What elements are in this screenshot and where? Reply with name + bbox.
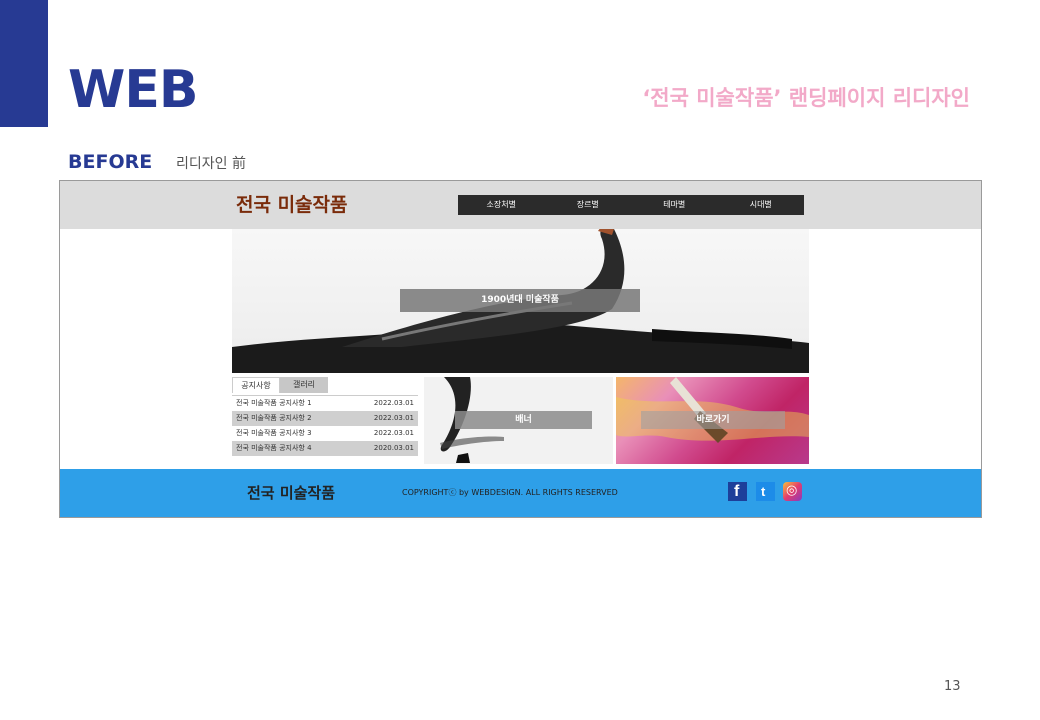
notice-title: 전국 미술작품 공지사항 4 — [236, 444, 312, 452]
list-item[interactable]: 전국 미술작품 공지사항 2 2022.03.01 — [232, 411, 418, 426]
list-item[interactable]: 전국 미술작품 공지사항 3 2022.03.01 — [232, 426, 418, 441]
nav-item-collection[interactable]: 소장처별 — [458, 195, 545, 215]
hero-image: 1900년대 미술작품 — [232, 229, 809, 373]
tab-gallery[interactable]: 갤러리 — [280, 377, 328, 393]
page-number: 13 — [944, 679, 961, 694]
mockup-footer: 전국 미술작품 COPYRIGHTⓒ by WEBDESIGN. ALL RIG… — [60, 469, 981, 517]
banner-button[interactable]: 배너 — [455, 411, 592, 429]
footer-logo: 전국 미술작품 — [247, 484, 336, 502]
notice-title: 전국 미술작품 공지사항 1 — [236, 399, 312, 407]
notice-date: 2022.03.01 — [373, 399, 414, 407]
twitter-icon[interactable]: t — [756, 482, 775, 501]
list-item[interactable]: 전국 미술작품 공지사항 1 2022.03.01 — [232, 396, 418, 411]
tab-notice[interactable]: 공지사항 — [232, 377, 280, 393]
notice-board: 공지사항 갤러리 전국 미술작품 공지사항 1 2022.03.01 전국 미술… — [232, 377, 422, 464]
footer-copyright: COPYRIGHTⓒ by WEBDESIGN. ALL RIGHTS RESE… — [402, 488, 618, 497]
shortcut-button[interactable]: 바로가기 — [641, 411, 785, 429]
notice-tabs: 공지사항 갤러리 — [232, 377, 328, 393]
nav-item-era[interactable]: 시대별 — [718, 195, 805, 215]
facebook-icon[interactable]: f — [728, 482, 747, 501]
nav-item-theme[interactable]: 테마별 — [631, 195, 718, 215]
instagram-icon[interactable]: ◎ — [783, 482, 802, 501]
before-subtitle: 리디자인 前 — [176, 156, 246, 172]
mockup-logo[interactable]: 전국 미술작품 — [236, 193, 348, 217]
notice-list: 전국 미술작품 공지사항 1 2022.03.01 전국 미술작품 공지사항 2… — [232, 395, 418, 456]
slide-title: WEB — [68, 60, 199, 120]
hero-button[interactable]: 1900년대 미술작품 — [400, 289, 640, 312]
notice-title: 전국 미술작품 공지사항 3 — [236, 429, 312, 437]
list-item[interactable]: 전국 미술작품 공지사항 4 2020.03.01 — [232, 441, 418, 456]
nav-item-genre[interactable]: 장르별 — [545, 195, 632, 215]
website-mockup: 전국 미술작품 소장처별 장르별 테마별 시대별 1900년대 미술작품 공지사… — [59, 180, 982, 518]
mockup-nav: 소장처별 장르별 테마별 시대별 — [458, 195, 804, 215]
accent-bar — [0, 0, 48, 127]
project-title: ‘전국 미술작품’ 랜딩페이지 리디자인 — [642, 86, 970, 110]
notice-date: 2022.03.01 — [373, 414, 414, 422]
notice-date: 2020.03.01 — [373, 444, 414, 452]
shortcut-panel: 바로가기 — [616, 377, 809, 464]
notice-date: 2022.03.01 — [373, 429, 414, 437]
mockup-header: 전국 미술작품 소장처별 장르별 테마별 시대별 — [60, 181, 981, 229]
notice-title: 전국 미술작품 공지사항 2 — [236, 414, 312, 422]
before-label: BEFORE — [68, 151, 153, 173]
banner-panel: 배너 — [424, 377, 613, 464]
